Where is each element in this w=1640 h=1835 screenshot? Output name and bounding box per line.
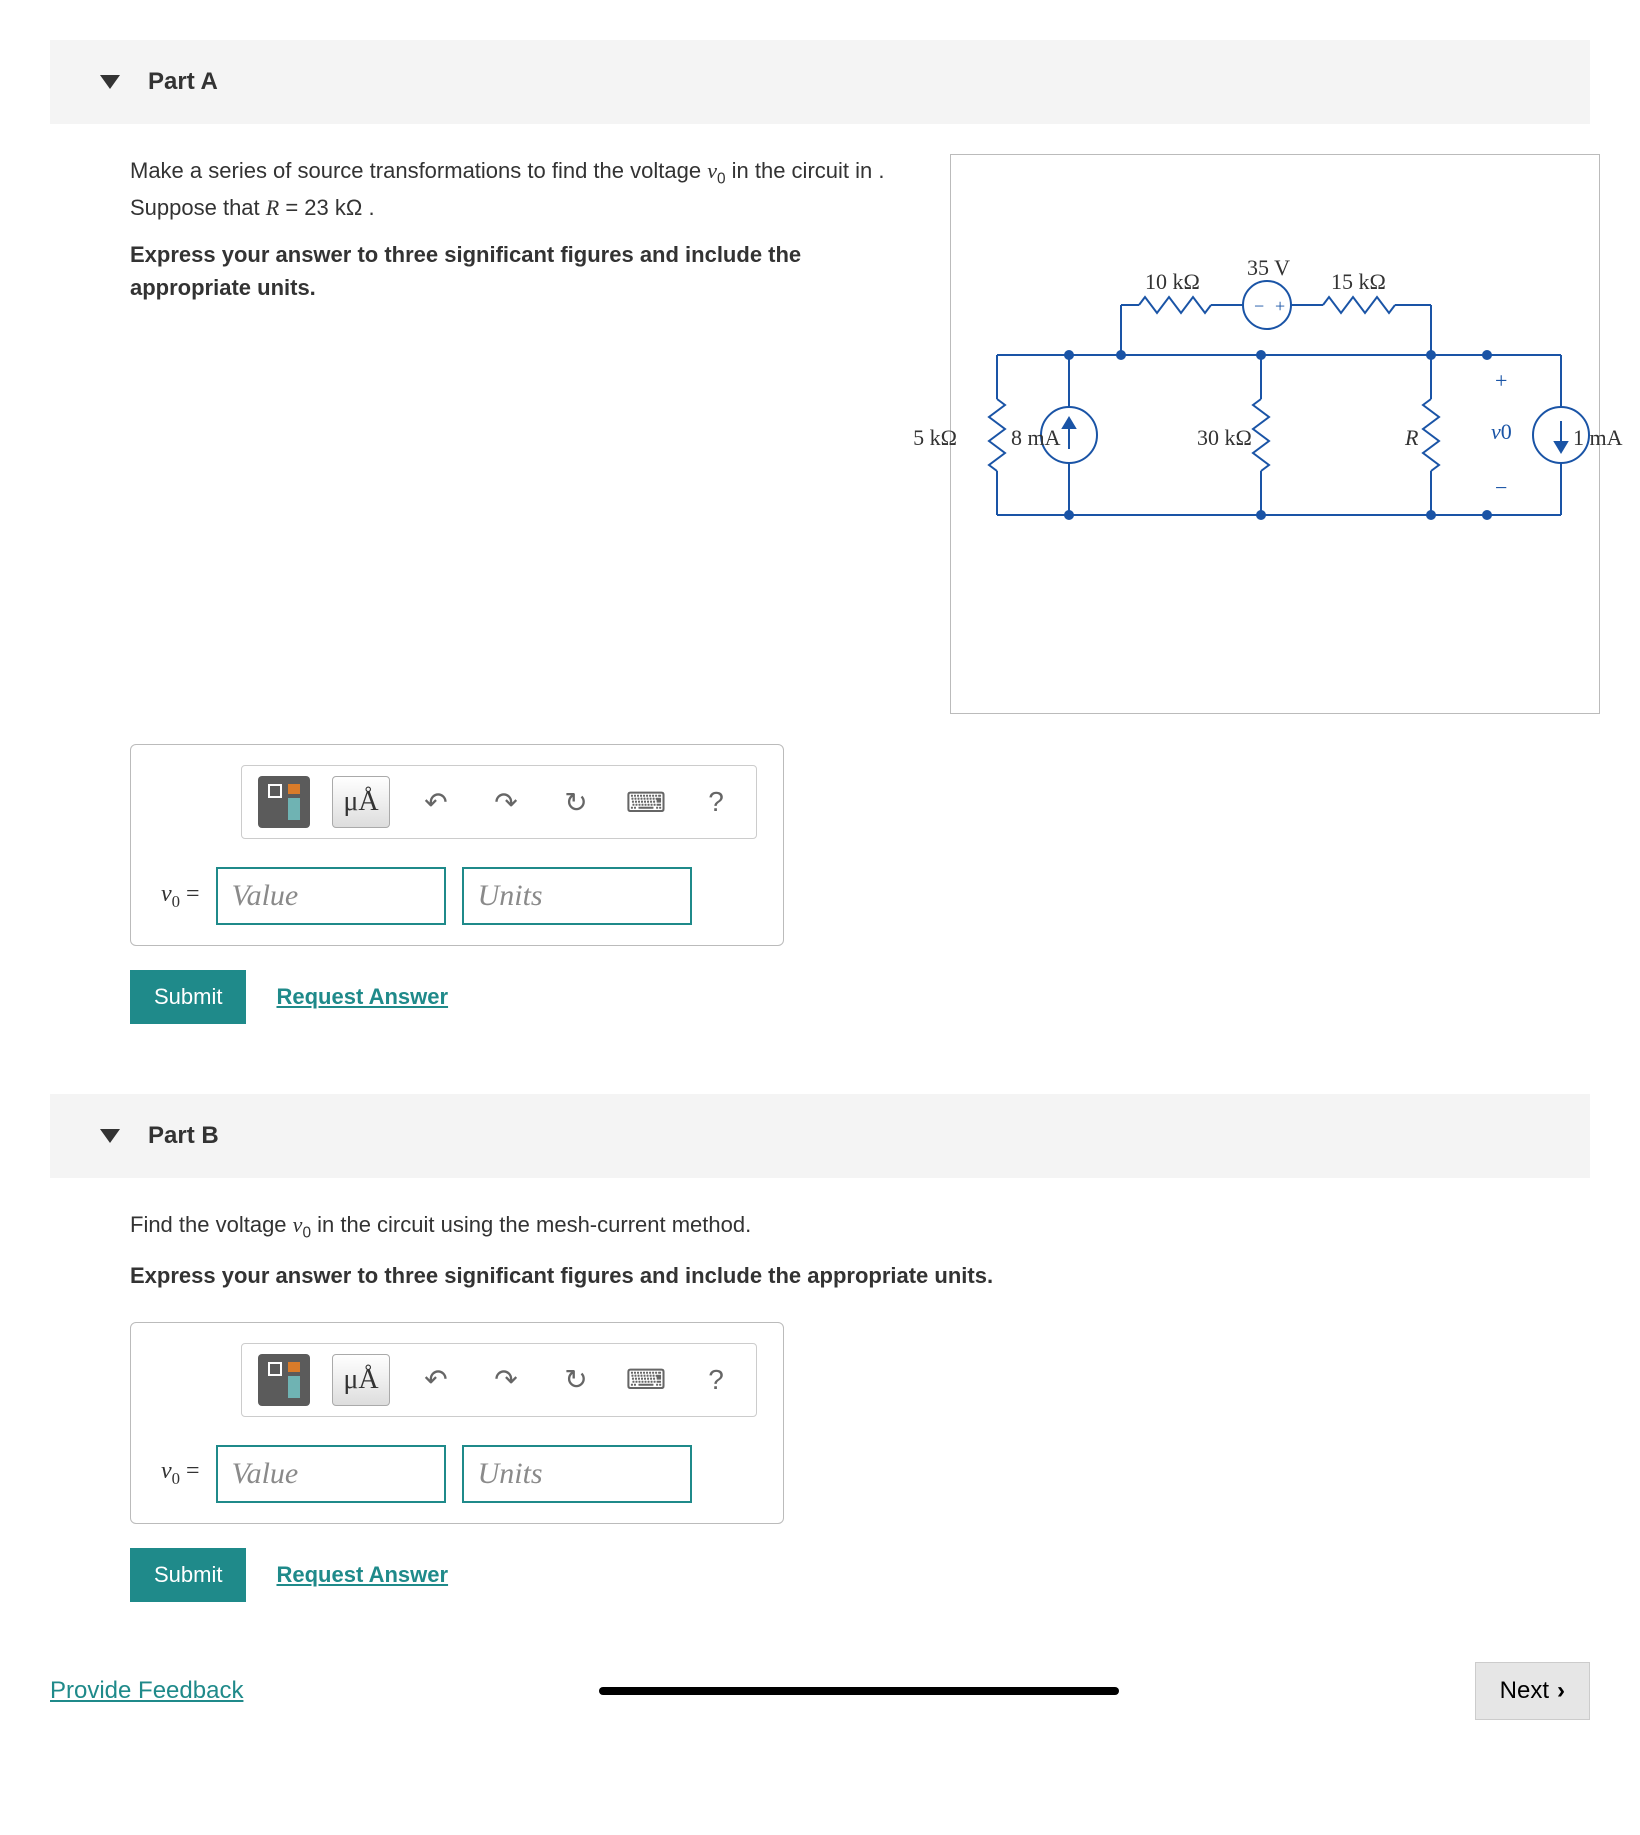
units-input-a[interactable]: [462, 867, 692, 925]
templates-icon[interactable]: [258, 776, 310, 828]
answer-toolbar-b: μÅ ↶ ↷ ↻ ⌨ ?: [241, 1343, 757, 1417]
answer-box-a: μÅ ↶ ↷ ↻ ⌨ ? v0 =: [130, 744, 784, 946]
part-a-prompt: Make a series of source transformations …: [130, 154, 910, 224]
answer-box-b: μÅ ↶ ↷ ↻ ⌨ ? v0 =: [130, 1322, 784, 1524]
value-input-b[interactable]: [216, 1445, 446, 1503]
part-b-instruction: Express your answer to three significant…: [130, 1259, 1590, 1292]
part-b-prompt: Find the voltage v0 in the circuit using…: [130, 1208, 1590, 1245]
label-8ma: 8 mA: [1011, 425, 1061, 451]
scroll-indicator: [599, 1687, 1119, 1695]
answer-label-a: v0 =: [161, 881, 200, 912]
next-button[interactable]: Next›: [1475, 1662, 1590, 1720]
units-button[interactable]: μÅ: [332, 1354, 390, 1406]
undo-icon[interactable]: ↶: [412, 778, 460, 826]
label-1ma2: 1 mA: [1573, 425, 1623, 451]
part-b-title: Part B: [148, 1122, 219, 1150]
provide-feedback-link[interactable]: Provide Feedback: [50, 1677, 243, 1705]
part-b-header[interactable]: Part B: [50, 1094, 1590, 1178]
undo-icon[interactable]: ↶: [412, 1356, 460, 1404]
svg-text:−: −: [1254, 296, 1264, 316]
units-button[interactable]: μÅ: [332, 776, 390, 828]
request-answer-link-a[interactable]: Request Answer: [276, 984, 448, 1010]
part-a-header[interactable]: Part A: [50, 40, 1590, 124]
chevron-down-icon: [100, 75, 120, 89]
chevron-right-icon: ›: [1557, 1677, 1565, 1705]
request-answer-link-b[interactable]: Request Answer: [276, 1562, 448, 1588]
redo-icon[interactable]: ↷: [482, 1356, 530, 1404]
help-icon[interactable]: ?: [692, 778, 740, 826]
part-a-instruction: Express your answer to three significant…: [130, 238, 910, 304]
templates-icon[interactable]: [258, 1354, 310, 1406]
answer-toolbar-a: μÅ ↶ ↷ ↻ ⌨ ?: [241, 765, 757, 839]
label-5k: 5 kΩ: [913, 425, 957, 451]
units-input-b[interactable]: [462, 1445, 692, 1503]
part-a-title: Part A: [148, 68, 218, 96]
label-15k: 15 kΩ: [1331, 269, 1386, 295]
circuit-figure: − + 5 kΩ 8 mA 10 kΩ 35 V 30 kΩ 15 kΩ R +: [950, 154, 1600, 714]
redo-icon[interactable]: ↷: [482, 778, 530, 826]
reset-icon[interactable]: ↻: [552, 778, 600, 826]
keyboard-icon[interactable]: ⌨: [622, 1356, 670, 1404]
help-icon[interactable]: ?: [692, 1356, 740, 1404]
label-vo: v0: [1491, 419, 1512, 445]
vo-minus: −: [1495, 475, 1507, 501]
label-R: R: [1405, 425, 1418, 451]
label-30k: 30 kΩ: [1197, 425, 1252, 451]
part-b-body: Find the voltage v0 in the circuit using…: [0, 1178, 1640, 1632]
part-a-body: Make a series of source transformations …: [0, 124, 1640, 1054]
value-input-a[interactable]: [216, 867, 446, 925]
svg-text:+: +: [1275, 296, 1285, 316]
label-10k: 10 kΩ: [1145, 269, 1200, 295]
submit-button-b[interactable]: Submit: [130, 1548, 246, 1602]
vo-plus: +: [1495, 368, 1507, 394]
answer-label-b: v0 =: [161, 1458, 200, 1489]
footer-row: Provide Feedback Next›: [0, 1632, 1640, 1750]
submit-button-a[interactable]: Submit: [130, 970, 246, 1024]
reset-icon[interactable]: ↻: [552, 1356, 600, 1404]
keyboard-icon[interactable]: ⌨: [622, 778, 670, 826]
chevron-down-icon: [100, 1129, 120, 1143]
label-35v: 35 V: [1247, 255, 1290, 281]
